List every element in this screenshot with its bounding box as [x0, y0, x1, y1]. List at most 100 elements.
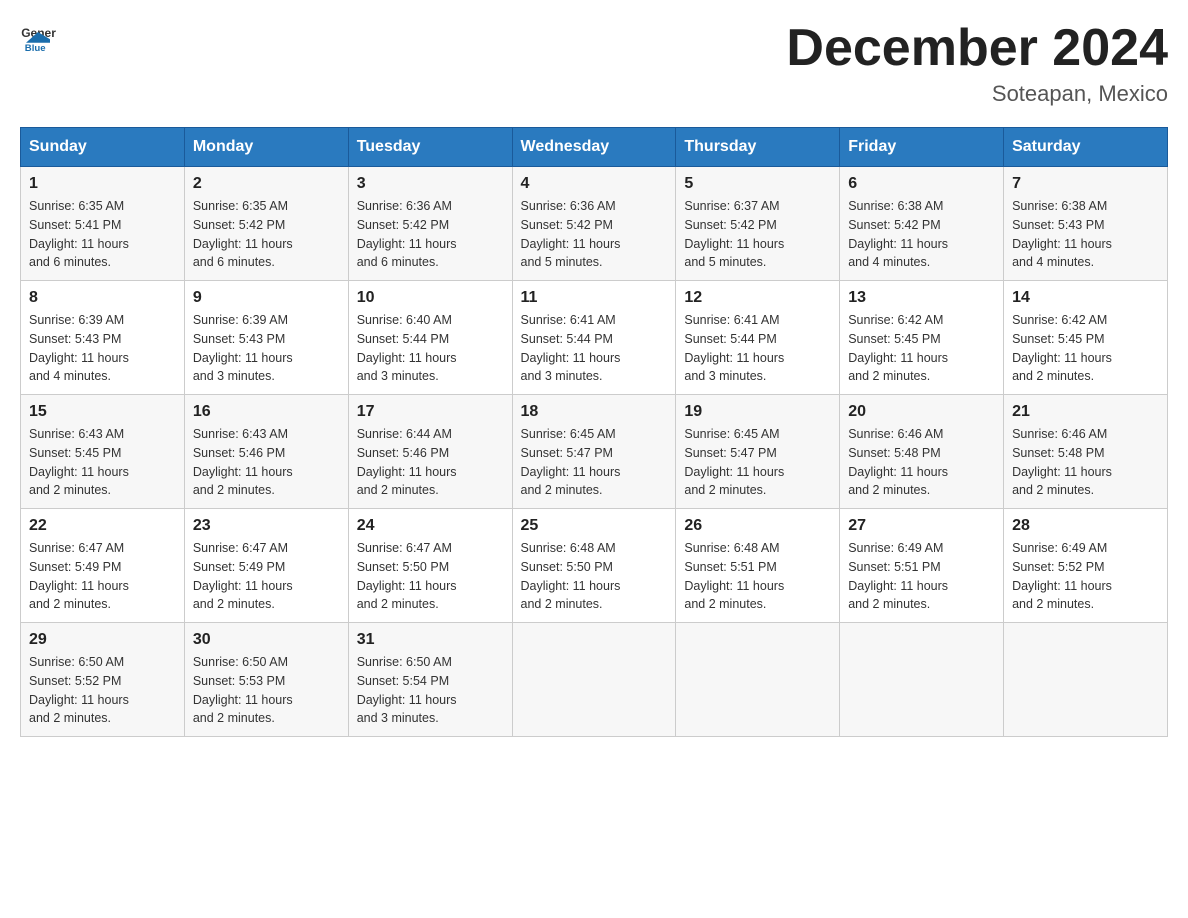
calendar-cell: 1 Sunrise: 6:35 AM Sunset: 5:41 PM Dayli…: [21, 167, 185, 281]
day-number: 31: [357, 631, 504, 649]
calendar-cell: 4 Sunrise: 6:36 AM Sunset: 5:42 PM Dayli…: [512, 167, 676, 281]
svg-text:Blue: Blue: [25, 43, 46, 54]
day-info: Sunrise: 6:47 AM Sunset: 5:49 PM Dayligh…: [29, 539, 176, 614]
day-number: 29: [29, 631, 176, 649]
day-info: Sunrise: 6:50 AM Sunset: 5:53 PM Dayligh…: [193, 653, 340, 728]
day-info: Sunrise: 6:48 AM Sunset: 5:51 PM Dayligh…: [684, 539, 831, 614]
day-info: Sunrise: 6:43 AM Sunset: 5:45 PM Dayligh…: [29, 425, 176, 500]
calendar-cell: [512, 623, 676, 737]
day-number: 24: [357, 517, 504, 535]
calendar-week-row: 8 Sunrise: 6:39 AM Sunset: 5:43 PM Dayli…: [21, 281, 1168, 395]
day-number: 2: [193, 175, 340, 193]
calendar-cell: 19 Sunrise: 6:45 AM Sunset: 5:47 PM Dayl…: [676, 395, 840, 509]
day-number: 12: [684, 289, 831, 307]
day-number: 1: [29, 175, 176, 193]
day-info: Sunrise: 6:41 AM Sunset: 5:44 PM Dayligh…: [684, 311, 831, 386]
day-info: Sunrise: 6:36 AM Sunset: 5:42 PM Dayligh…: [521, 197, 668, 272]
day-number: 4: [521, 175, 668, 193]
calendar-week-row: 22 Sunrise: 6:47 AM Sunset: 5:49 PM Dayl…: [21, 509, 1168, 623]
calendar-cell: [840, 623, 1004, 737]
col-header-tuesday: Tuesday: [348, 128, 512, 167]
day-info: Sunrise: 6:42 AM Sunset: 5:45 PM Dayligh…: [1012, 311, 1159, 386]
calendar-cell: 25 Sunrise: 6:48 AM Sunset: 5:50 PM Dayl…: [512, 509, 676, 623]
day-number: 25: [521, 517, 668, 535]
calendar-week-row: 15 Sunrise: 6:43 AM Sunset: 5:45 PM Dayl…: [21, 395, 1168, 509]
day-info: Sunrise: 6:35 AM Sunset: 5:41 PM Dayligh…: [29, 197, 176, 272]
calendar-cell: 26 Sunrise: 6:48 AM Sunset: 5:51 PM Dayl…: [676, 509, 840, 623]
calendar-cell: 22 Sunrise: 6:47 AM Sunset: 5:49 PM Dayl…: [21, 509, 185, 623]
day-number: 3: [357, 175, 504, 193]
day-number: 17: [357, 403, 504, 421]
title-section: December 2024 Soteapan, Mexico: [786, 20, 1168, 107]
day-info: Sunrise: 6:47 AM Sunset: 5:50 PM Dayligh…: [357, 539, 504, 614]
day-info: Sunrise: 6:40 AM Sunset: 5:44 PM Dayligh…: [357, 311, 504, 386]
day-number: 20: [848, 403, 995, 421]
day-number: 28: [1012, 517, 1159, 535]
calendar-cell: 13 Sunrise: 6:42 AM Sunset: 5:45 PM Dayl…: [840, 281, 1004, 395]
col-header-sunday: Sunday: [21, 128, 185, 167]
day-info: Sunrise: 6:46 AM Sunset: 5:48 PM Dayligh…: [1012, 425, 1159, 500]
day-info: Sunrise: 6:38 AM Sunset: 5:43 PM Dayligh…: [1012, 197, 1159, 272]
calendar-cell: 23 Sunrise: 6:47 AM Sunset: 5:49 PM Dayl…: [184, 509, 348, 623]
day-info: Sunrise: 6:41 AM Sunset: 5:44 PM Dayligh…: [521, 311, 668, 386]
calendar-cell: 6 Sunrise: 6:38 AM Sunset: 5:42 PM Dayli…: [840, 167, 1004, 281]
calendar-cell: 10 Sunrise: 6:40 AM Sunset: 5:44 PM Dayl…: [348, 281, 512, 395]
calendar-cell: 24 Sunrise: 6:47 AM Sunset: 5:50 PM Dayl…: [348, 509, 512, 623]
day-info: Sunrise: 6:39 AM Sunset: 5:43 PM Dayligh…: [29, 311, 176, 386]
day-number: 8: [29, 289, 176, 307]
day-number: 14: [1012, 289, 1159, 307]
day-info: Sunrise: 6:47 AM Sunset: 5:49 PM Dayligh…: [193, 539, 340, 614]
day-info: Sunrise: 6:50 AM Sunset: 5:54 PM Dayligh…: [357, 653, 504, 728]
calendar-cell: 9 Sunrise: 6:39 AM Sunset: 5:43 PM Dayli…: [184, 281, 348, 395]
day-info: Sunrise: 6:48 AM Sunset: 5:50 PM Dayligh…: [521, 539, 668, 614]
calendar-cell: 7 Sunrise: 6:38 AM Sunset: 5:43 PM Dayli…: [1004, 167, 1168, 281]
day-number: 10: [357, 289, 504, 307]
calendar-cell: 20 Sunrise: 6:46 AM Sunset: 5:48 PM Dayl…: [840, 395, 1004, 509]
day-number: 7: [1012, 175, 1159, 193]
calendar-table: SundayMondayTuesdayWednesdayThursdayFrid…: [20, 127, 1168, 737]
col-header-friday: Friday: [840, 128, 1004, 167]
calendar-cell: 29 Sunrise: 6:50 AM Sunset: 5:52 PM Dayl…: [21, 623, 185, 737]
calendar-cell: [1004, 623, 1168, 737]
calendar-cell: 15 Sunrise: 6:43 AM Sunset: 5:45 PM Dayl…: [21, 395, 185, 509]
day-info: Sunrise: 6:44 AM Sunset: 5:46 PM Dayligh…: [357, 425, 504, 500]
day-info: Sunrise: 6:42 AM Sunset: 5:45 PM Dayligh…: [848, 311, 995, 386]
calendar-cell: 28 Sunrise: 6:49 AM Sunset: 5:52 PM Dayl…: [1004, 509, 1168, 623]
calendar-cell: 27 Sunrise: 6:49 AM Sunset: 5:51 PM Dayl…: [840, 509, 1004, 623]
calendar-cell: 17 Sunrise: 6:44 AM Sunset: 5:46 PM Dayl…: [348, 395, 512, 509]
day-number: 13: [848, 289, 995, 307]
col-header-thursday: Thursday: [676, 128, 840, 167]
day-number: 15: [29, 403, 176, 421]
day-number: 26: [684, 517, 831, 535]
day-info: Sunrise: 6:35 AM Sunset: 5:42 PM Dayligh…: [193, 197, 340, 272]
logo: General Blue: [20, 20, 56, 56]
day-number: 27: [848, 517, 995, 535]
day-info: Sunrise: 6:39 AM Sunset: 5:43 PM Dayligh…: [193, 311, 340, 386]
col-header-saturday: Saturday: [1004, 128, 1168, 167]
day-number: 5: [684, 175, 831, 193]
day-info: Sunrise: 6:36 AM Sunset: 5:42 PM Dayligh…: [357, 197, 504, 272]
day-number: 11: [521, 289, 668, 307]
calendar-cell: 30 Sunrise: 6:50 AM Sunset: 5:53 PM Dayl…: [184, 623, 348, 737]
calendar-week-row: 1 Sunrise: 6:35 AM Sunset: 5:41 PM Dayli…: [21, 167, 1168, 281]
day-info: Sunrise: 6:49 AM Sunset: 5:51 PM Dayligh…: [848, 539, 995, 614]
calendar-cell: 8 Sunrise: 6:39 AM Sunset: 5:43 PM Dayli…: [21, 281, 185, 395]
day-info: Sunrise: 6:49 AM Sunset: 5:52 PM Dayligh…: [1012, 539, 1159, 614]
day-number: 23: [193, 517, 340, 535]
calendar-cell: [676, 623, 840, 737]
day-number: 22: [29, 517, 176, 535]
day-number: 16: [193, 403, 340, 421]
calendar-cell: 12 Sunrise: 6:41 AM Sunset: 5:44 PM Dayl…: [676, 281, 840, 395]
day-number: 9: [193, 289, 340, 307]
calendar-cell: 3 Sunrise: 6:36 AM Sunset: 5:42 PM Dayli…: [348, 167, 512, 281]
day-number: 30: [193, 631, 340, 649]
day-info: Sunrise: 6:43 AM Sunset: 5:46 PM Dayligh…: [193, 425, 340, 500]
logo-icon: General Blue: [20, 20, 56, 56]
calendar-cell: 31 Sunrise: 6:50 AM Sunset: 5:54 PM Dayl…: [348, 623, 512, 737]
calendar-cell: 2 Sunrise: 6:35 AM Sunset: 5:42 PM Dayli…: [184, 167, 348, 281]
calendar-cell: 21 Sunrise: 6:46 AM Sunset: 5:48 PM Dayl…: [1004, 395, 1168, 509]
day-number: 19: [684, 403, 831, 421]
day-number: 6: [848, 175, 995, 193]
day-info: Sunrise: 6:45 AM Sunset: 5:47 PM Dayligh…: [521, 425, 668, 500]
month-title: December 2024: [786, 20, 1168, 77]
